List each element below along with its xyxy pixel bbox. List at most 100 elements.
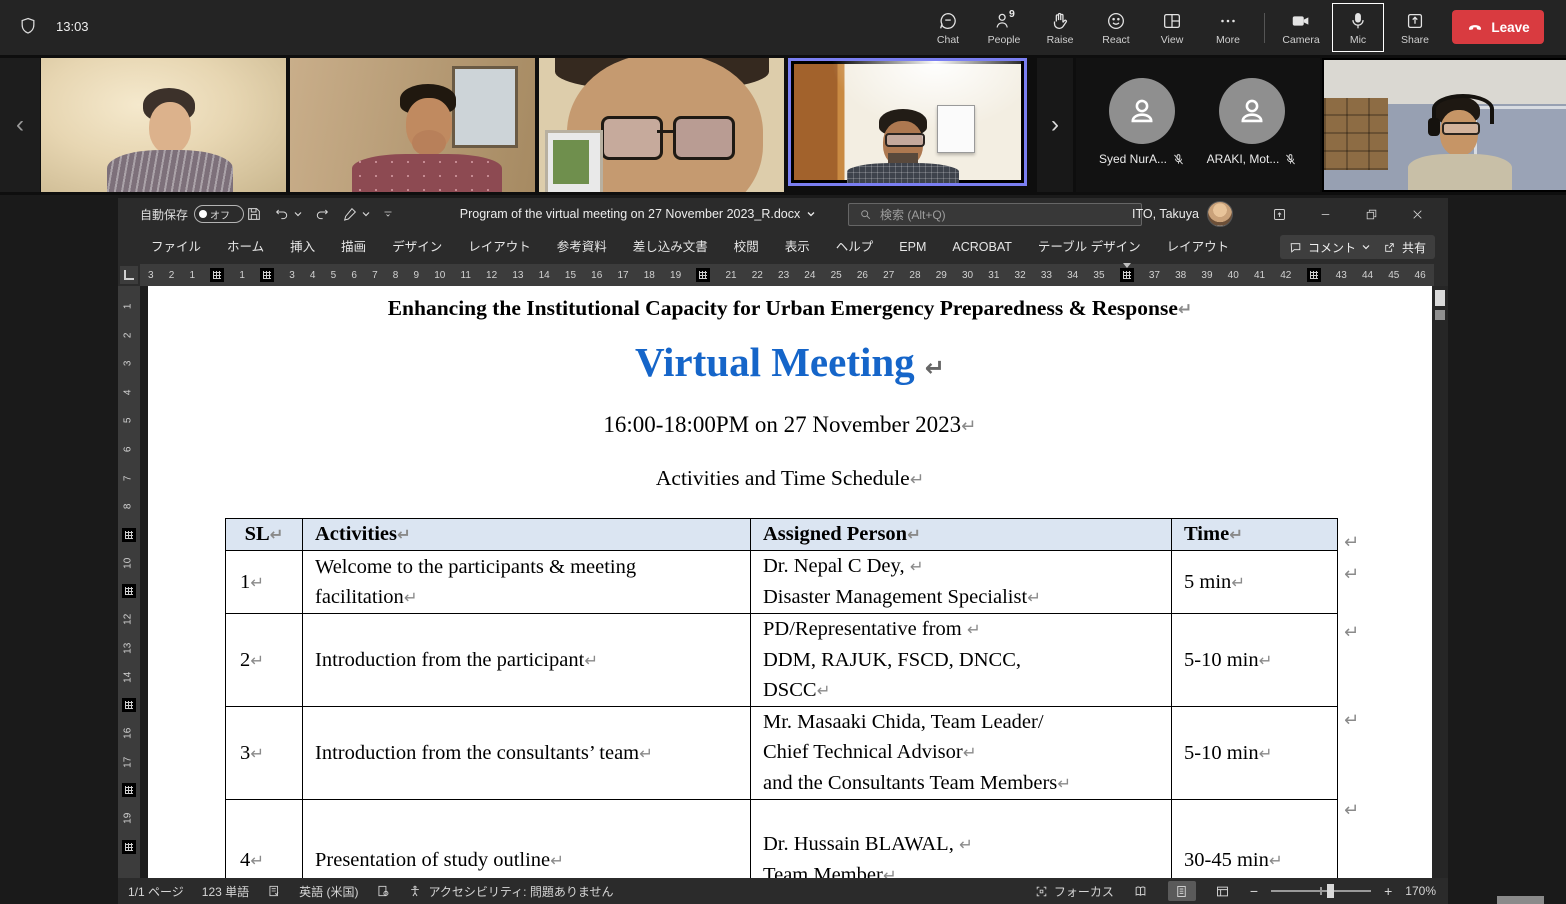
scrollbar-thumb[interactable]: [1435, 290, 1445, 306]
zoom-in-button[interactable]: +: [1384, 883, 1392, 899]
ruler-number: 23: [778, 270, 789, 281]
participant-avatar[interactable]: Syed NurA...: [1086, 78, 1198, 166]
ruler-table-marker[interactable]: [1120, 268, 1134, 282]
account-menu[interactable]: ITO, Takuya: [1132, 198, 1233, 230]
share-document-button[interactable]: 共有: [1374, 235, 1435, 259]
raise-hand-button[interactable]: Raise: [1032, 2, 1088, 53]
zoom-slider[interactable]: [1271, 890, 1371, 892]
tab-selector[interactable]: [120, 266, 138, 284]
ribbon-tab-insert[interactable]: 挿入: [277, 230, 328, 264]
ruler-row-marker: [122, 528, 136, 542]
share-button[interactable]: Share: [1387, 2, 1443, 53]
restore-button[interactable]: [1348, 198, 1394, 230]
ribbon-tab-mailings[interactable]: 差し込み文書: [620, 230, 721, 264]
ruler-number: 28: [909, 270, 920, 281]
participant-video-2[interactable]: [290, 58, 535, 192]
ribbon-tab-view[interactable]: 表示: [772, 230, 823, 264]
zoom-slider-thumb[interactable]: [1327, 884, 1334, 898]
undo-dropdown-icon[interactable]: [294, 210, 302, 218]
more-button[interactable]: More: [1200, 2, 1256, 53]
ruler-number: 29: [936, 270, 947, 281]
comments-button[interactable]: コメント: [1280, 235, 1379, 259]
ruler-number: 26: [857, 270, 868, 281]
autosave-toggle[interactable]: 自動保存 オフ: [140, 198, 244, 230]
mic-button[interactable]: Mic: [1332, 3, 1384, 52]
ruler-number: 35: [1093, 270, 1104, 281]
minimize-button[interactable]: [1302, 198, 1348, 230]
word-status-bar: 1/1 ページ 123 単語 英語 (米国) アクセシビリティ: 問題ありません…: [118, 878, 1448, 904]
react-button[interactable]: React: [1088, 2, 1144, 53]
document-page[interactable]: Enhancing the Institutional Capacity for…: [148, 286, 1432, 878]
web-layout-button[interactable]: [1209, 881, 1237, 901]
page-indicator[interactable]: 1/1 ページ: [128, 883, 184, 900]
ruler-table-marker[interactable]: [696, 268, 710, 282]
print-layout-button[interactable]: [1168, 881, 1196, 901]
ribbon-tab-home[interactable]: ホーム: [214, 230, 277, 264]
participant-video-1[interactable]: [41, 58, 286, 192]
people-button[interactable]: 9 People: [976, 2, 1032, 53]
ribbon-tab-layout-table[interactable]: レイアウト: [1154, 230, 1243, 264]
previous-videos-button[interactable]: ‹: [0, 58, 40, 192]
read-mode-button[interactable]: [1127, 881, 1155, 901]
ruler-number: 27: [883, 270, 894, 281]
focus-mode-button[interactable]: フォーカス: [1035, 883, 1114, 900]
ruler-number: 15: [565, 270, 576, 281]
participant-avatar[interactable]: ARAKI, Mot...: [1196, 78, 1308, 166]
ribbon-tab-references[interactable]: 参考資料: [544, 230, 620, 264]
ruler-table-marker[interactable]: [260, 268, 274, 282]
ribbon-tab-acrobat[interactable]: ACROBAT: [939, 230, 1025, 264]
document-title[interactable]: Program of the virtual meeting on 27 Nov…: [418, 198, 858, 230]
column-header: SL↵: [226, 519, 303, 551]
leave-button[interactable]: Leave: [1452, 10, 1544, 44]
touch-dropdown-icon[interactable]: [362, 210, 370, 218]
ruler-number: 14: [539, 270, 550, 281]
vertical-ruler[interactable]: 1234567810121314161719: [118, 286, 140, 878]
ruler-number: 2: [169, 270, 175, 281]
ruler-number: 30: [962, 270, 973, 281]
chat-button[interactable]: Chat: [920, 2, 976, 53]
autosave-pill[interactable]: オフ: [194, 205, 244, 223]
word-count[interactable]: 123 単語: [202, 883, 249, 900]
horizontal-ruler[interactable]: 3211345678910111213141516171819212223242…: [118, 264, 1448, 286]
vertical-scrollbar[interactable]: [1432, 286, 1448, 878]
ribbon-display-options-button[interactable]: [1256, 198, 1302, 230]
search-input[interactable]: 検索 (Alt+Q): [848, 203, 1142, 226]
paragraph-mark: ↵: [250, 573, 264, 592]
ribbon-tab-design[interactable]: デザイン: [379, 230, 455, 264]
ruler-number: 6: [351, 270, 357, 281]
touch-pen-mode-icon[interactable]: [342, 206, 358, 222]
ribbon-tab-table-design[interactable]: テーブル デザイン: [1025, 230, 1154, 264]
ribbon-tab-review[interactable]: 校閲: [721, 230, 772, 264]
cell-activity: Welcome to the participants & meetingfac…: [303, 551, 751, 614]
participant-video-3[interactable]: [539, 58, 784, 192]
record-macro-icon[interactable]: [376, 884, 390, 898]
self-video[interactable]: [1322, 58, 1566, 192]
ribbon-tab-draw[interactable]: 描画: [328, 230, 379, 264]
close-button[interactable]: [1394, 198, 1440, 230]
ribbon-tab-epm[interactable]: EPM: [886, 230, 939, 264]
save-icon[interactable]: [246, 206, 262, 222]
mic-muted-icon: [1172, 153, 1185, 166]
ruler-number: 10: [115, 557, 144, 568]
camera-button[interactable]: Camera: [1273, 2, 1329, 53]
language-indicator[interactable]: 英語 (米国): [299, 883, 358, 900]
ribbon-tab-layout[interactable]: レイアウト: [455, 230, 544, 264]
ruler-number: 13: [512, 270, 523, 281]
cell-sl: 3↵: [226, 707, 303, 800]
redo-icon[interactable]: [314, 206, 330, 222]
proofing-icon[interactable]: [267, 884, 281, 898]
ruler-number: 19: [670, 270, 681, 281]
ribbon-tab-file[interactable]: ファイル: [138, 230, 214, 264]
next-videos-button[interactable]: ›: [1037, 58, 1073, 192]
zoom-out-button[interactable]: −: [1250, 883, 1258, 899]
view-button[interactable]: View: [1144, 2, 1200, 53]
undo-icon[interactable]: [274, 206, 290, 222]
participant-video-4-active-speaker[interactable]: [788, 58, 1027, 186]
ruler-number: 3: [148, 270, 154, 281]
ruler-table-marker[interactable]: [210, 268, 224, 282]
customize-toolbar-icon[interactable]: [382, 208, 394, 220]
ruler-table-marker[interactable]: [1307, 268, 1321, 282]
ribbon-tab-help[interactable]: ヘルプ: [823, 230, 887, 264]
zoom-level[interactable]: 170%: [1405, 884, 1436, 898]
accessibility-status[interactable]: アクセシビリティ: 問題ありません: [408, 883, 613, 900]
